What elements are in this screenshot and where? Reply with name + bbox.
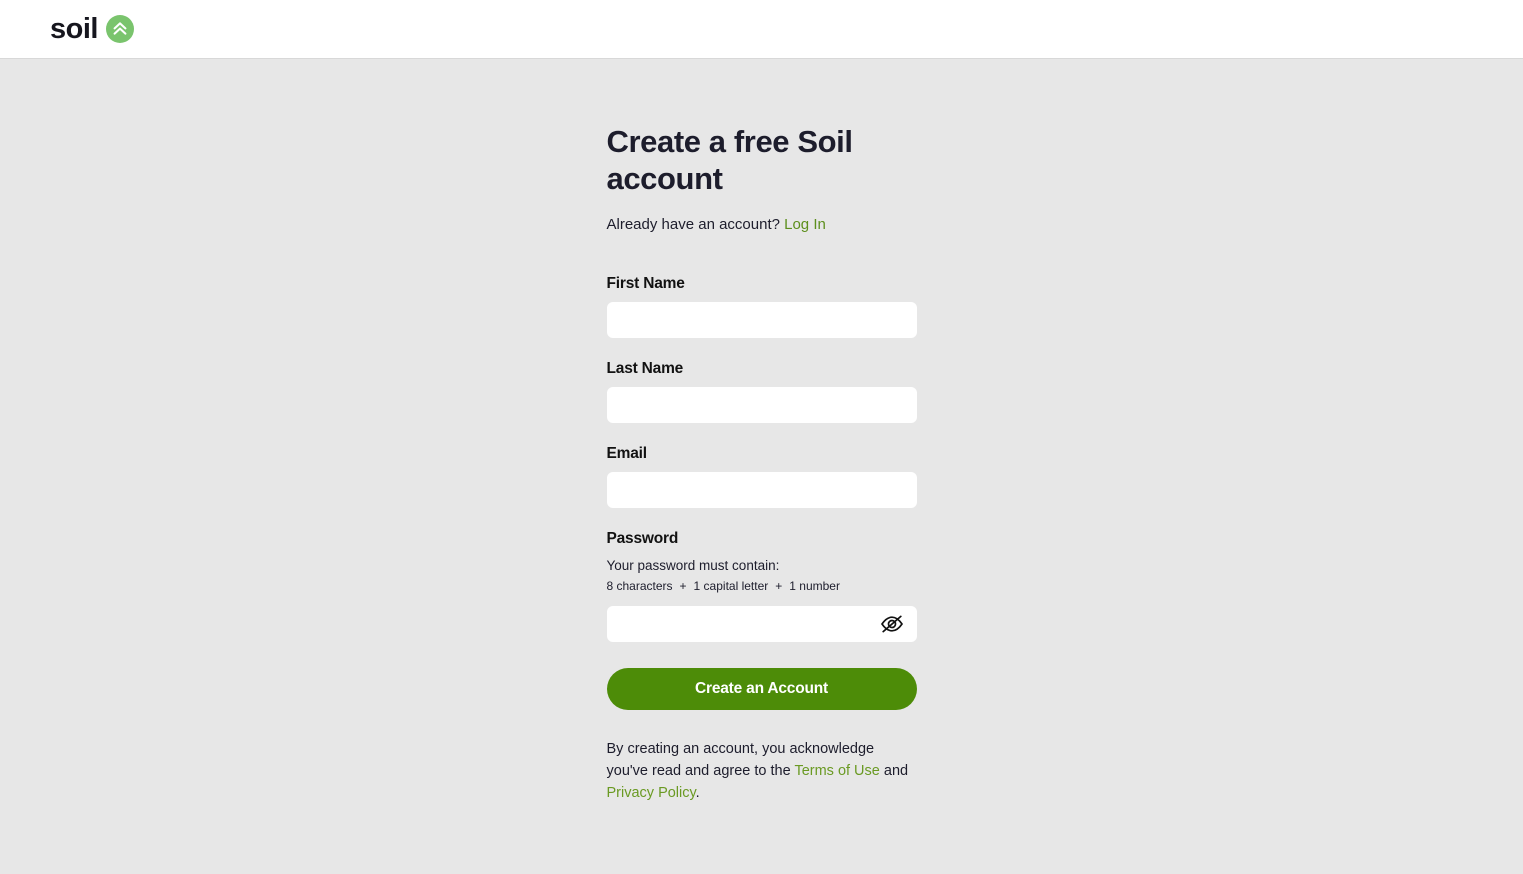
signup-form-panel: Create a free Soil account Already have … (606, 124, 917, 874)
email-field-group: Email (606, 444, 917, 508)
email-label: Email (606, 444, 648, 462)
eye-slash-icon[interactable] (877, 611, 907, 637)
password-hint: Your password must contain: (606, 557, 780, 573)
password-rule-characters: 8 characters (606, 579, 673, 594)
legal-disclaimer: By creating an account, you acknowledge … (607, 738, 917, 804)
password-rule-number: 1 number (789, 579, 840, 594)
site-header: soil (0, 0, 1523, 59)
password-rules: 8 characters + 1 capital letter + 1 numb… (607, 579, 917, 595)
terms-of-use-link[interactable]: Terms of Use (794, 763, 879, 779)
password-input[interactable] (606, 605, 917, 642)
password-input-wrapper (606, 605, 917, 642)
rule-separator-2: + (775, 579, 783, 594)
brand-logo-link[interactable]: soil (50, 12, 134, 45)
legal-conjunction: and (883, 762, 909, 779)
email-input[interactable] (606, 471, 917, 508)
first-name-field-group: First Name (606, 274, 917, 338)
page-body: Create a free Soil account Already have … (0, 59, 1523, 874)
double-chevron-up-icon (105, 15, 134, 43)
first-name-label: First Name (606, 274, 685, 292)
brand-wordmark: soil (50, 12, 98, 45)
password-label: Password (606, 529, 679, 547)
rule-separator-1: + (679, 579, 687, 594)
page-title: Create a free Soil account (606, 124, 853, 196)
log-in-link[interactable]: Log In (784, 216, 826, 233)
create-account-button[interactable]: Create an Account (606, 667, 917, 710)
legal-period: . (695, 784, 700, 801)
login-prompt-text: Already have an account? (606, 216, 780, 234)
password-field-group: Password Your password must contain: 8 c… (606, 529, 917, 642)
last-name-label: Last Name (606, 359, 684, 377)
password-rule-capital: 1 capital letter (693, 579, 769, 594)
first-name-input[interactable] (606, 301, 917, 338)
last-name-field-group: Last Name (606, 359, 917, 423)
last-name-input[interactable] (606, 386, 917, 423)
login-prompt: Already have an account? Log In (607, 215, 917, 235)
privacy-policy-link[interactable]: Privacy Policy (607, 785, 696, 801)
